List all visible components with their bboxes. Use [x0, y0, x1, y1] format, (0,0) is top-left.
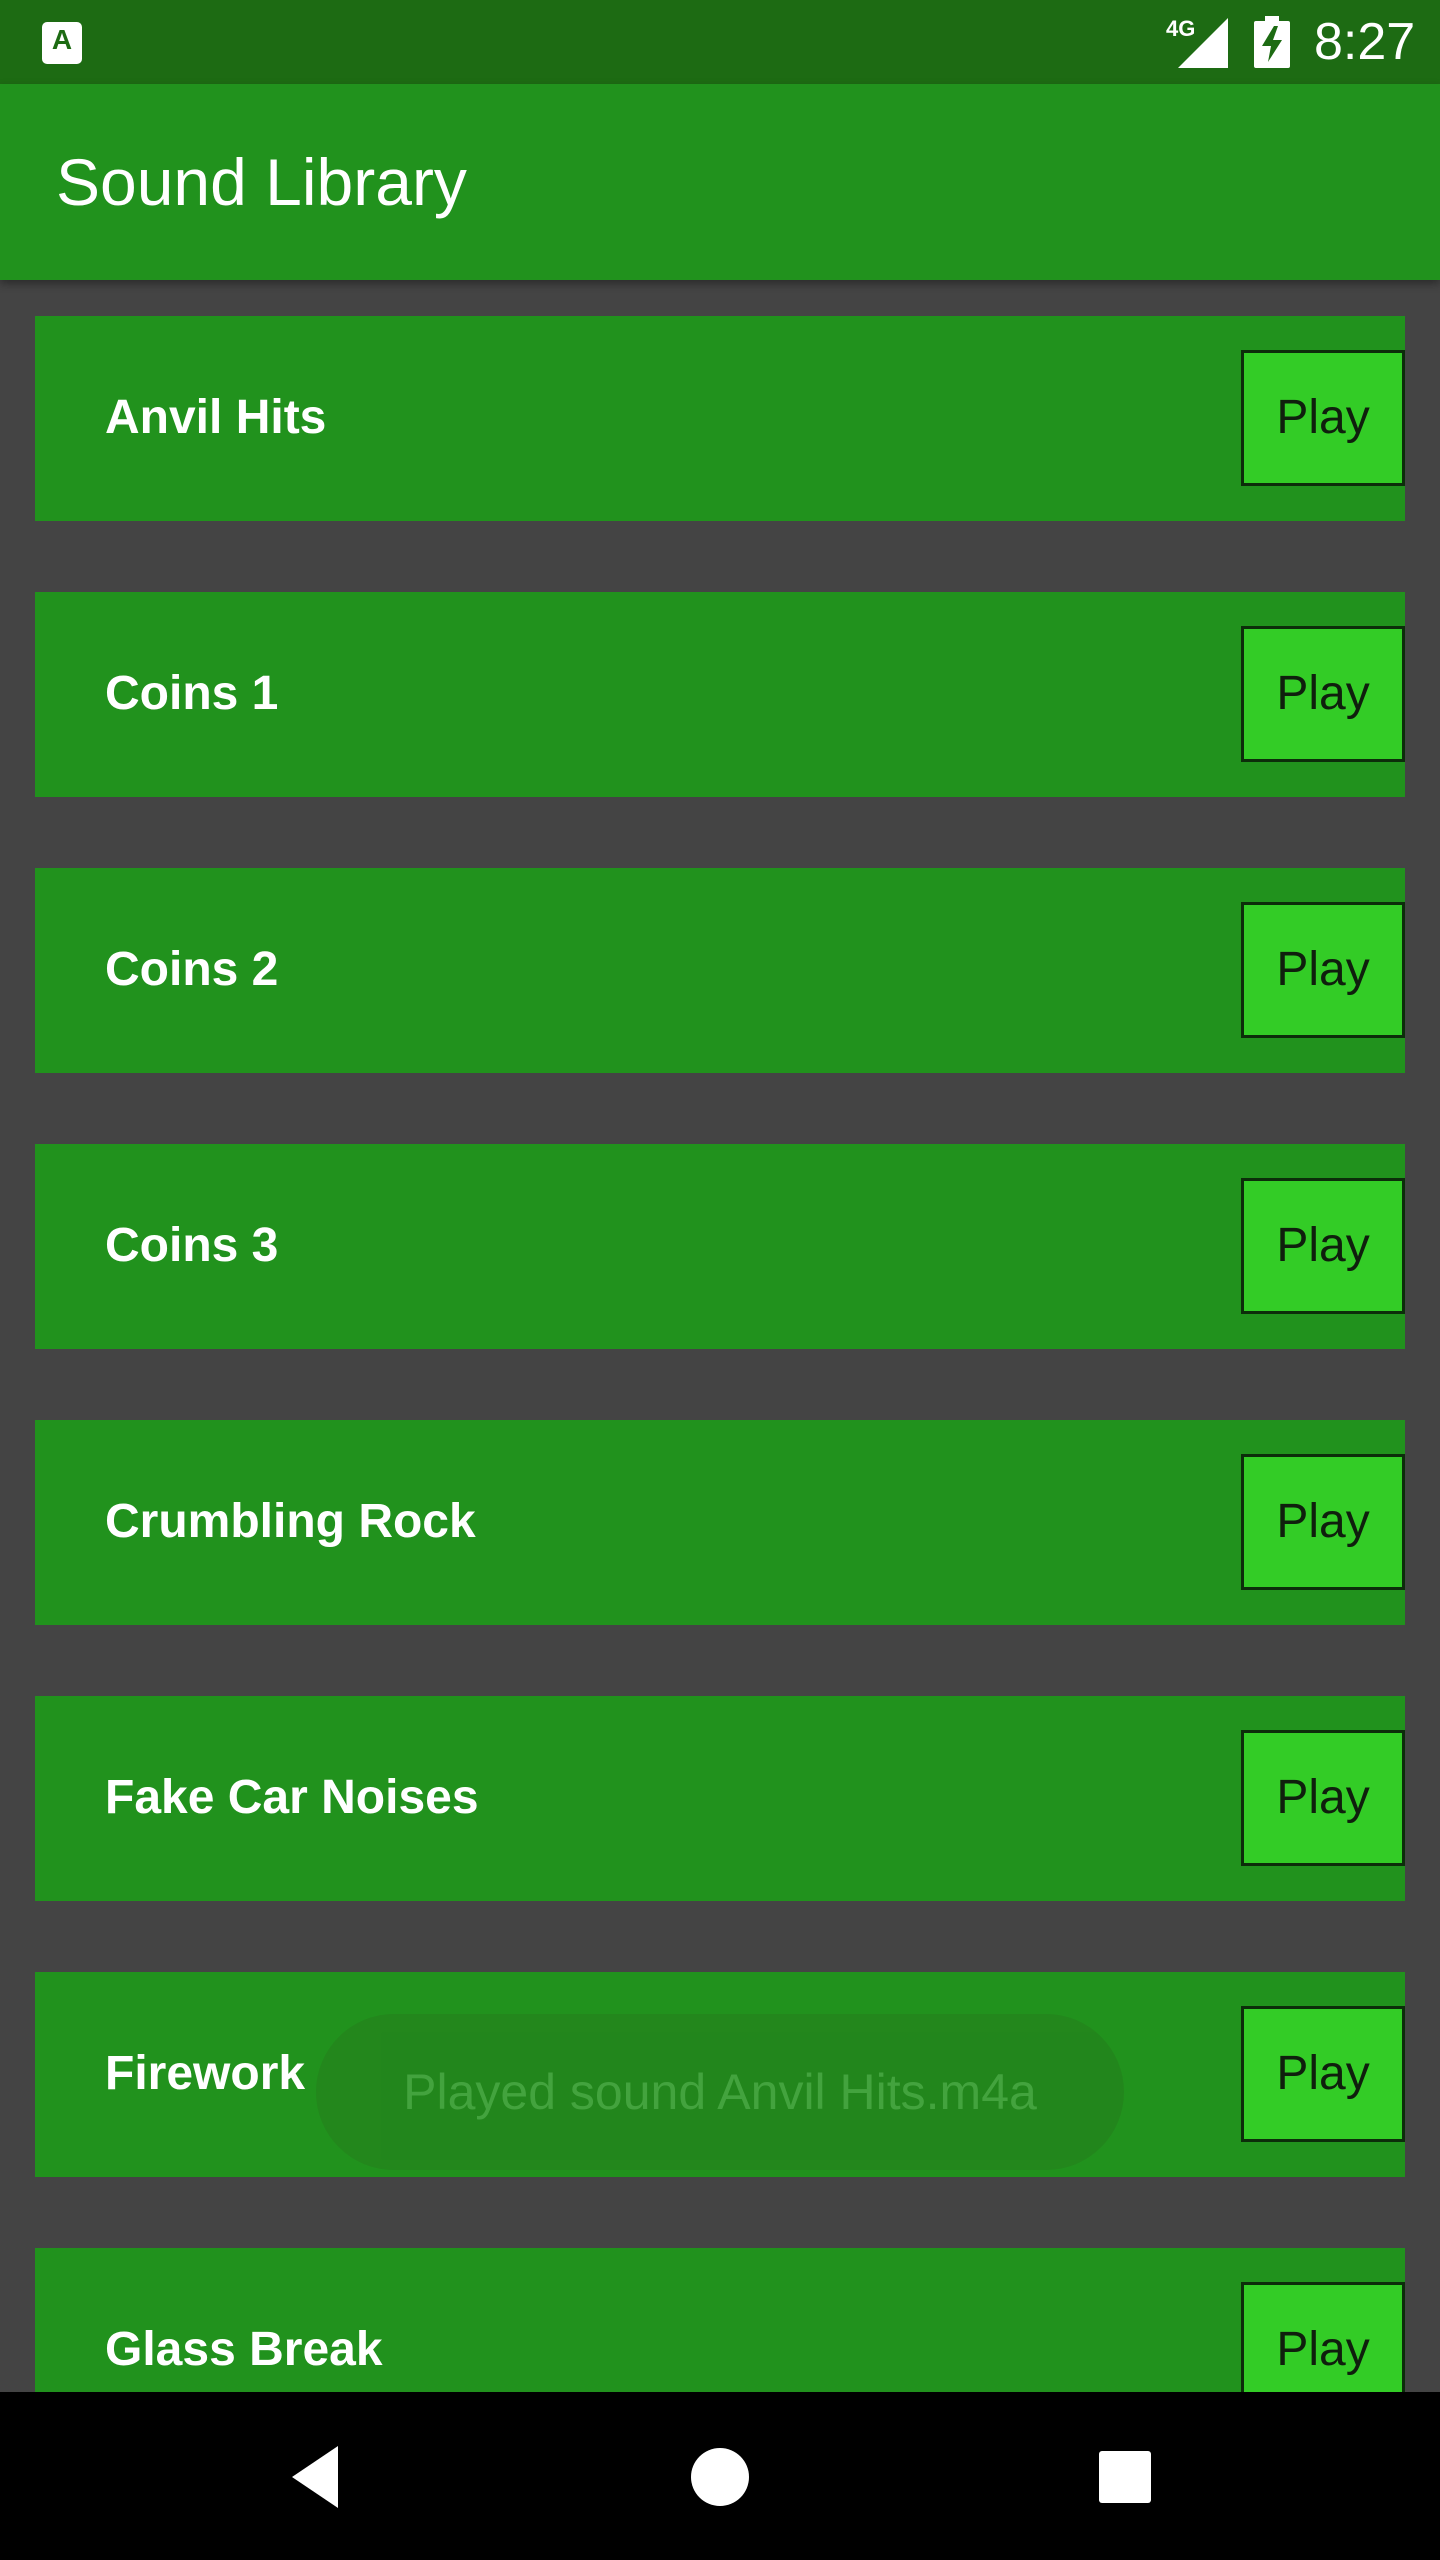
toast-message: Played sound Anvil Hits.m4a	[316, 2014, 1124, 2170]
navigation-bar	[0, 2392, 1440, 2560]
list-item: Fake Car Noises Play	[35, 1696, 1405, 1901]
app-bar: Sound Library	[0, 84, 1440, 280]
list-item: Anvil Hits Play	[35, 316, 1405, 521]
sound-name: Firework	[105, 2047, 306, 2100]
sound-list[interactable]: Anvil Hits Play Coins 1 Play Coins 2 Pla…	[35, 316, 1405, 2524]
sound-name: Coins 1	[105, 667, 279, 720]
home-icon[interactable]	[675, 2432, 765, 2522]
list-item: Coins 1 Play	[35, 592, 1405, 797]
play-button[interactable]: Play	[1241, 1454, 1405, 1590]
sound-name: Crumbling Rock	[105, 1495, 476, 1548]
recents-icon[interactable]	[1080, 2432, 1170, 2522]
play-button[interactable]: Play	[1241, 1730, 1405, 1866]
play-button[interactable]: Play	[1241, 1178, 1405, 1314]
battery-charging-icon	[1254, 16, 1290, 68]
sound-name: Coins 3	[105, 1219, 279, 1272]
page-title: Sound Library	[56, 145, 467, 219]
play-button[interactable]: Play	[1241, 902, 1405, 1038]
back-icon[interactable]	[270, 2432, 360, 2522]
list-item: Coins 3 Play	[35, 1144, 1405, 1349]
sound-name: Fake Car Noises	[105, 1771, 479, 1824]
status-bar: A 4G 8:27	[0, 0, 1440, 84]
list-item: Coins 2 Play	[35, 868, 1405, 1073]
play-button[interactable]: Play	[1241, 2006, 1405, 2142]
list-item: Crumbling Rock Play	[35, 1420, 1405, 1625]
signal-icon	[1178, 18, 1228, 68]
clock: 8:27	[1314, 13, 1416, 71]
play-button[interactable]: Play	[1241, 350, 1405, 486]
sound-name: Glass Break	[105, 2323, 383, 2376]
sound-name: Coins 2	[105, 943, 279, 996]
app-notification-icon: A	[42, 22, 82, 64]
sound-name: Anvil Hits	[105, 391, 327, 444]
play-button[interactable]: Play	[1241, 626, 1405, 762]
